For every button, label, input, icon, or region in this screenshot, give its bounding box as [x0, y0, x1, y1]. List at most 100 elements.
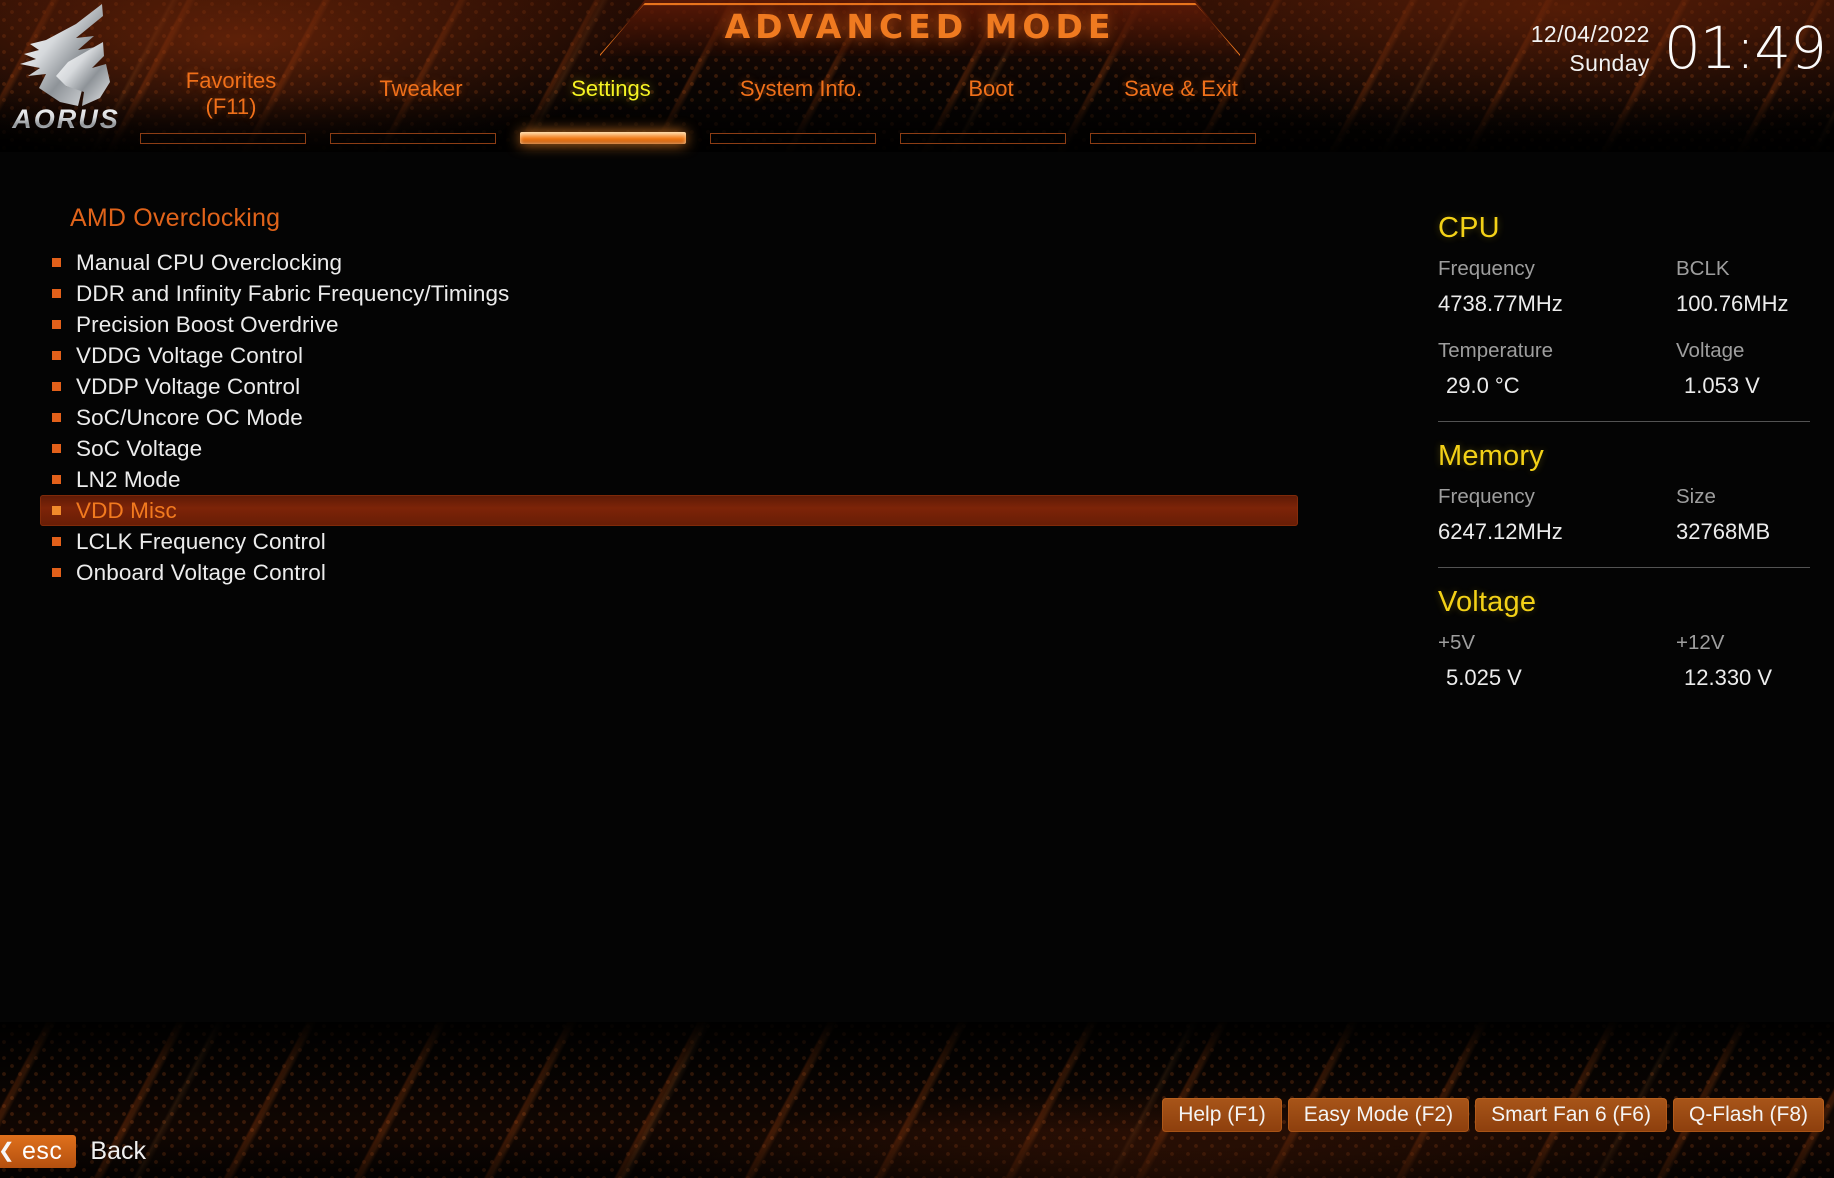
info-field-value: 6247.12MHz [1438, 519, 1563, 544]
function-key-easy-mode[interactable]: Easy Mode (F2) [1287, 1098, 1470, 1132]
nav-tab-settings[interactable]: Settings [516, 76, 706, 146]
menu-item-label: SoC/Uncore OC Mode [76, 404, 303, 430]
nav-tab-underline [900, 133, 1066, 144]
bullet-icon [52, 506, 61, 515]
datetime-display: 12/04/2022 Sunday 01:49 [1530, 14, 1827, 83]
bullet-icon [52, 351, 61, 360]
function-key-smart-fan-6[interactable]: Smart Fan 6 (F6) [1475, 1098, 1667, 1132]
info-field-value: 1.053 V [1684, 373, 1760, 398]
info-section-memory: Memory Frequency Size 6247.12MHz 32768MB [1438, 421, 1818, 561]
nav-tab-save-exit[interactable]: Save & Exit [1086, 76, 1276, 146]
info-field-label: Frequency [1438, 257, 1535, 280]
menu-item[interactable]: LCLK Frequency Control [40, 526, 1310, 557]
menu-item[interactable]: SoC/Uncore OC Mode [40, 402, 1310, 433]
bullet-icon [52, 444, 61, 453]
info-field-value: 100.76MHz [1676, 291, 1789, 316]
bios-screen: AORUS ADVANCED MODE 12/04/2022 Sunday 01… [0, 0, 1834, 1178]
info-section-title: Memory [1438, 440, 1544, 472]
esc-back-control[interactable]: ❮ esc Back [0, 1135, 146, 1168]
info-field-label: Size [1676, 485, 1716, 508]
aorus-wordmark: AORUS [2, 104, 130, 135]
bullet-icon [52, 568, 61, 577]
section-divider [1438, 567, 1810, 568]
info-field-grid: Frequency Size 6247.12MHz 32768MB [1438, 485, 1818, 561]
system-info-panel: CPU Frequency BCLK 4738.77MHz 100.76MHz Tempe… [1438, 212, 1818, 713]
nav-tab-underline [140, 133, 306, 144]
menu-item-label: Precision Boost Overdrive [76, 311, 339, 337]
time-text: 01:49 [1663, 14, 1827, 83]
advanced-mode-title: ADVANCED MODE [724, 7, 1116, 46]
aorus-logo: AORUS [0, 0, 132, 152]
nav-tab-label: Tweaker [379, 76, 463, 101]
menu-item[interactable]: Onboard Voltage Control [40, 557, 1310, 588]
nav-tab-system-info[interactable]: System Info. [706, 76, 896, 146]
bullet-icon [52, 382, 61, 391]
bullet-icon [52, 289, 61, 298]
info-field-value: 4738.77MHz [1438, 291, 1563, 316]
esc-key-badge[interactable]: ❮ esc [0, 1135, 77, 1168]
nav-tab-underline [330, 133, 496, 144]
nav-tab-label: Boot [968, 76, 1014, 101]
info-section-voltage: Voltage +5V +12V 5.025 V 12.330 V [1438, 567, 1818, 707]
nav-tab-underline [710, 133, 876, 144]
bullet-icon [52, 537, 61, 546]
menu-item-label: LCLK Frequency Control [76, 528, 326, 554]
esc-label: esc [22, 1137, 63, 1165]
menu-item[interactable]: SoC Voltage [40, 433, 1310, 464]
info-field-grid: +5V +12V 5.025 V 12.330 V [1438, 631, 1818, 707]
back-label: Back [90, 1137, 146, 1165]
menu-item[interactable]: VDDP Voltage Control [40, 371, 1310, 402]
nav-tab-underline [1090, 133, 1256, 144]
menu-item-label: Manual CPU Overclocking [76, 249, 343, 275]
nav-tab-label: Settings [571, 76, 651, 101]
main-nav[interactable]: Favorites (F11) Tweaker Settings System Inf… [136, 68, 1336, 146]
info-section-cpu: CPU Frequency BCLK 4738.77MHz 100.76MHz Tempe… [1438, 212, 1818, 415]
weekday-text: Sunday [1569, 49, 1650, 76]
info-field-label: Frequency [1438, 485, 1535, 508]
menu-item[interactable]: LN2 Mode [40, 464, 1310, 495]
advanced-mode-banner: ADVANCED MODE [600, 0, 1240, 56]
settings-menu-list[interactable]: Manual CPU Overclocking DDR and Infinity … [40, 247, 1310, 588]
header-bar: AORUS ADVANCED MODE 12/04/2022 Sunday 01… [0, 0, 1834, 160]
info-field-label: +5V [1438, 631, 1476, 654]
section-divider [1438, 421, 1810, 422]
menu-item-label: LN2 Mode [76, 466, 181, 492]
menu-item[interactable]: DDR and Infinity Fabric Frequency/Timing… [40, 278, 1310, 309]
function-key-bar[interactable]: Help (F1) Easy Mode (F2) Smart Fan 6 (F6) Q… [1162, 1098, 1824, 1132]
info-field-label: +12V [1676, 631, 1725, 654]
function-key-help[interactable]: Help (F1) [1162, 1098, 1282, 1132]
menu-item-label: VDD Misc [76, 497, 177, 523]
menu-item-label: VDDP Voltage Control [76, 373, 301, 399]
menu-item-selected[interactable]: VDD Misc [40, 495, 1298, 526]
info-section-title: CPU [1438, 212, 1500, 244]
bullet-icon [52, 413, 61, 422]
nav-tab-underline [520, 132, 686, 144]
menu-item[interactable]: VDDG Voltage Control [40, 340, 1310, 371]
info-field-value: 29.0 °C [1446, 373, 1520, 398]
nav-tab-favorites[interactable]: Favorites (F11) [136, 68, 326, 146]
page-title: AMD Overclocking [70, 204, 281, 232]
bullet-icon [52, 475, 61, 484]
info-field-value: 32768MB [1676, 519, 1771, 544]
nav-tab-label: System Info. [739, 76, 863, 101]
bullet-icon [52, 258, 61, 267]
info-field-label: Voltage [1676, 339, 1745, 362]
menu-item-label: DDR and Infinity Fabric Frequency/Timing… [76, 280, 510, 306]
info-section-title: Voltage [1438, 586, 1537, 618]
info-field-label: BCLK [1676, 257, 1730, 280]
nav-tab-boot[interactable]: Boot [896, 76, 1086, 146]
chevron-left-icon: ❮ [0, 1141, 15, 1161]
menu-item-label: Onboard Voltage Control [76, 559, 326, 585]
content-area: AMD Overclocking Manual CPU Overclocking… [0, 152, 1834, 1079]
function-key-q-flash[interactable]: Q-Flash (F8) [1672, 1098, 1824, 1132]
info-field-grid: Frequency BCLK 4738.77MHz 100.76MHz Temperat… [1438, 257, 1818, 415]
nav-tab-label: Save & Exit [1124, 76, 1238, 101]
menu-item-label: VDDG Voltage Control [76, 342, 304, 368]
info-field-value: 5.025 V [1446, 665, 1522, 690]
menu-item[interactable]: Precision Boost Overdrive [40, 309, 1310, 340]
date-text: 12/04/2022 [1530, 21, 1650, 47]
nav-tab-tweaker[interactable]: Tweaker [326, 76, 516, 146]
info-field-value: 12.330 V [1684, 665, 1773, 690]
menu-item[interactable]: Manual CPU Overclocking [40, 247, 1310, 278]
aorus-falcon-icon [20, 4, 110, 106]
